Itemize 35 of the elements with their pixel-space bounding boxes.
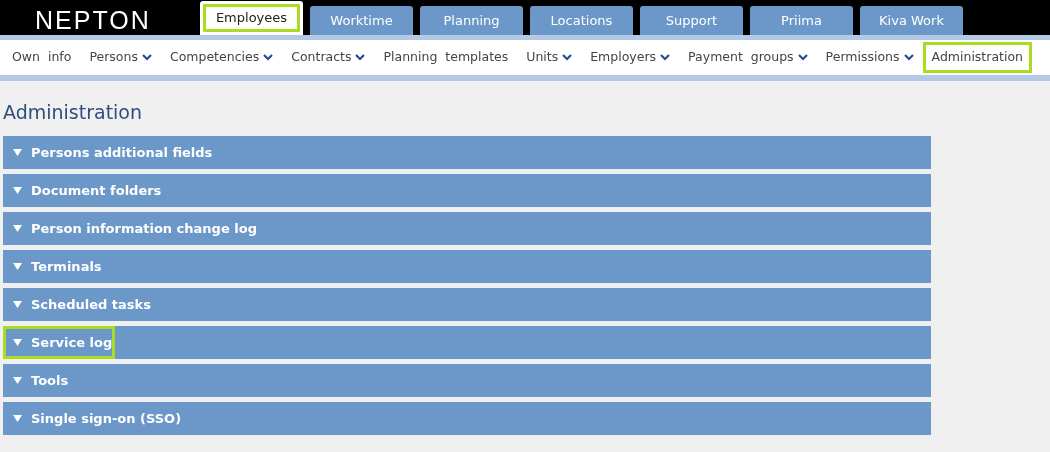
menu-item[interactable]: Employers (581, 42, 680, 73)
menu-item[interactable]: Administration (922, 42, 1032, 73)
nav-tab[interactable]: Employees (200, 1, 303, 35)
triangle-icon (13, 300, 22, 308)
menu-item[interactable]: Own info (3, 42, 81, 73)
menu-item[interactable]: Competencies (160, 42, 283, 73)
page-heading: Administration (3, 101, 144, 124)
triangle-icon (13, 414, 22, 422)
nav-tab[interactable]: Support (640, 6, 743, 35)
menu-item[interactable]: Planning templates (374, 42, 518, 73)
menu-item[interactable]: Persons (80, 42, 161, 73)
triangle-icon (13, 262, 22, 270)
accordion-header[interactable]: Tools (3, 363, 931, 397)
accordion-header[interactable]: Service log (3, 325, 931, 359)
triangle-icon (13, 224, 22, 232)
nav-tab[interactable]: Worktime (310, 6, 413, 35)
triangle-icon (13, 376, 22, 384)
logo: NEPTON (34, 5, 152, 36)
triangle-icon (13, 338, 22, 346)
nav-tab[interactable]: Kiva Work (860, 6, 963, 35)
nav-tab[interactable]: Planning (420, 6, 523, 35)
accordion-header[interactable]: Terminals (3, 249, 931, 283)
nav-tab[interactable]: Locations (530, 6, 633, 35)
triangle-icon (13, 148, 22, 156)
menu-item[interactable]: Permissions (816, 42, 923, 73)
menu-item[interactable]: Payment groups (679, 42, 817, 73)
accordion-header[interactable]: Persons additional fields (3, 135, 931, 169)
nav-tab[interactable]: Priima (750, 6, 853, 35)
triangle-icon (13, 186, 22, 194)
accordion-header[interactable]: Document folders (3, 173, 931, 207)
accordion-header[interactable]: Single sign-on (SSO) (3, 401, 931, 435)
accordion-header[interactable]: Person information change log (3, 211, 931, 245)
menu-item[interactable]: Units (517, 42, 582, 73)
accordion-header[interactable]: Scheduled tasks (3, 287, 931, 321)
menu-item[interactable]: Contracts (282, 42, 375, 73)
